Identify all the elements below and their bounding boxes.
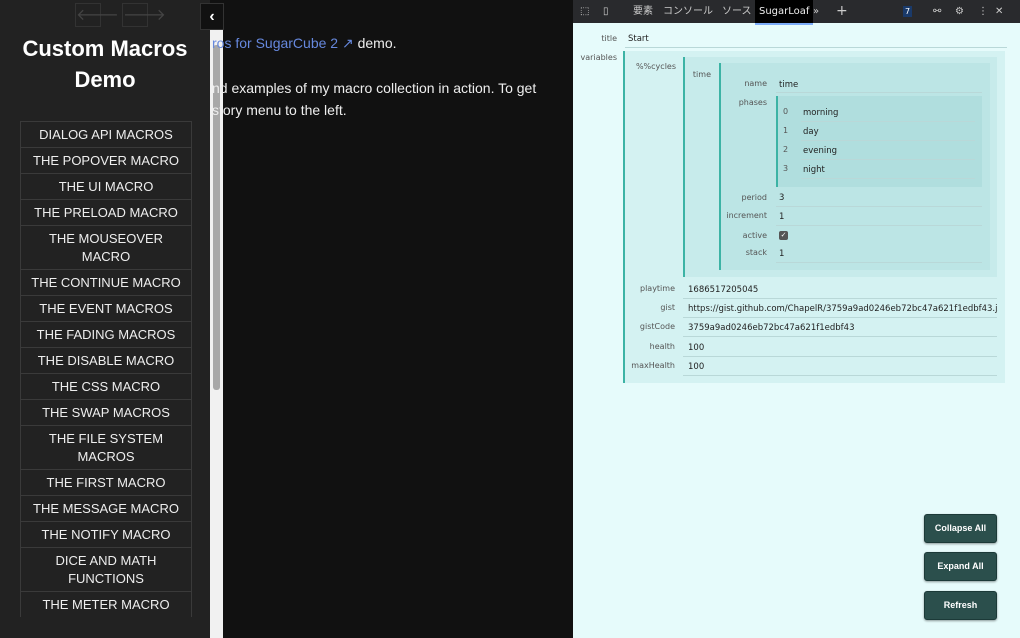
menu-item[interactable]: DICE AND MATH FUNCTIONS xyxy=(20,547,192,591)
phase-value: morning xyxy=(803,108,839,118)
external-link-icon: ↗ xyxy=(338,35,354,51)
collapse-all-button[interactable]: Collapse All xyxy=(924,514,997,543)
menu-item[interactable]: THE FADING MACROS xyxy=(20,321,192,347)
arrow-right-icon: 🡒 xyxy=(123,5,166,24)
link-icon[interactable]: ⚯ xyxy=(933,0,941,23)
tab-sugarloaf[interactable]: SugarLoaf xyxy=(755,0,814,25)
more-menu-icon[interactable]: ⋮ xyxy=(978,0,988,23)
close-icon[interactable]: ✕ xyxy=(995,0,1003,23)
active-checkbox[interactable]: ✓ xyxy=(779,231,788,240)
tab-console[interactable]: コンソール xyxy=(663,0,713,23)
passage-line-3: story menu to the left. xyxy=(212,102,347,118)
issues-badge[interactable]: 7 xyxy=(903,6,913,17)
story-sidebar: 🡐 🡒 Custom Macros Demo DIALOG API MACROS… xyxy=(0,0,210,638)
history-forward-button[interactable]: 🡒 xyxy=(122,3,166,27)
device-toggle-icon[interactable]: ▯ xyxy=(603,0,609,23)
phase-index: 1 xyxy=(783,126,789,135)
health-value: 100 xyxy=(688,342,705,353)
health-label: health xyxy=(649,341,675,351)
inspect-icon[interactable]: ⬚ xyxy=(580,0,589,23)
menu-item[interactable]: THE MESSAGE MACRO xyxy=(20,495,192,521)
menu-item[interactable]: THE FILE SYSTEM MACROS xyxy=(20,425,192,469)
menu-item[interactable]: THE CSS MACRO xyxy=(20,373,192,399)
menu-item[interactable]: THE NOTIFY MACRO xyxy=(20,521,192,547)
devtools-toolbar: ⬚ ▯ 要素 コンソール ソース SugarLoaf » + 7 ⚯ ⚙ ⋮ ✕ xyxy=(573,0,1020,25)
arrow-left-icon: 🡐 xyxy=(76,5,119,24)
menu-item[interactable]: THE SWAP MACROS xyxy=(20,399,192,425)
story-title: Custom Macros Demo xyxy=(22,36,188,92)
phase-value: night xyxy=(803,165,825,175)
sidebar-collapse-button[interactable]: ‹ xyxy=(200,3,224,30)
expand-all-button[interactable]: Expand All xyxy=(924,552,997,581)
menu-item[interactable]: THE EVENT MACROS xyxy=(20,295,192,321)
phase-index: 0 xyxy=(783,107,789,116)
menu-item[interactable]: THE METER MACRO xyxy=(20,591,192,617)
menu-item[interactable]: THE CONTINUE MACRO xyxy=(20,269,192,295)
playtime-value: 1686517205045 xyxy=(688,285,759,295)
more-tabs-icon[interactable]: » xyxy=(813,0,819,23)
menu-item[interactable]: DIALOG API MACROS xyxy=(20,121,192,147)
maxHealth-label: maxHealth xyxy=(631,360,675,370)
menu-item[interactable]: THE PRELOAD MACRO xyxy=(20,199,192,225)
maxHealth-value: 100 xyxy=(688,361,705,372)
tab-elements[interactable]: 要素 xyxy=(633,0,653,23)
menu-item[interactable]: THE UI MACRO xyxy=(20,173,192,199)
add-tab-icon[interactable]: + xyxy=(836,0,848,23)
refresh-button[interactable]: Refresh xyxy=(924,591,997,620)
gist-label: gist xyxy=(660,303,675,313)
devtools-panel: ⬚ ▯ 要素 コンソール ソース SugarLoaf » + 7 ⚯ ⚙ ⋮ ✕… xyxy=(573,0,1020,638)
phase-value: evening xyxy=(803,146,838,156)
sugarcube-link[interactable]: ros for SugarCube 2 xyxy=(212,35,338,51)
passage-line-1: ros for SugarCube 2 ↗ demo. xyxy=(212,35,397,51)
tab-sources[interactable]: ソース xyxy=(722,0,752,23)
phase-index: 2 xyxy=(783,145,789,154)
phase-value: day xyxy=(803,127,819,137)
gistCode-label: gistCode xyxy=(639,322,675,332)
menu-item[interactable]: THE POPOVER MACRO xyxy=(20,147,192,173)
phase-index: 3 xyxy=(783,164,789,173)
gist-value: https://gist.github.com/ChapelR/3759a9ad… xyxy=(688,304,998,315)
history-back-button[interactable]: 🡐 xyxy=(75,3,119,27)
menu-item[interactable]: THE DISABLE MACRO xyxy=(20,347,192,373)
story-menu: DIALOG API MACROS THE POPOVER MACRO THE UI… xyxy=(20,121,192,617)
menu-item[interactable]: THE MOUSEOVER MACRO xyxy=(20,225,192,269)
playtime-label: playtime xyxy=(639,284,675,293)
gistCode-value: 3759a9ad0246eb72bc47a621f1edbf43 xyxy=(688,323,855,334)
passage-line-2: nd examples of my macro collection in ac… xyxy=(212,80,537,96)
menu-item[interactable]: THE FIRST MACRO xyxy=(20,469,192,495)
gear-icon[interactable]: ⚙ xyxy=(955,0,964,23)
